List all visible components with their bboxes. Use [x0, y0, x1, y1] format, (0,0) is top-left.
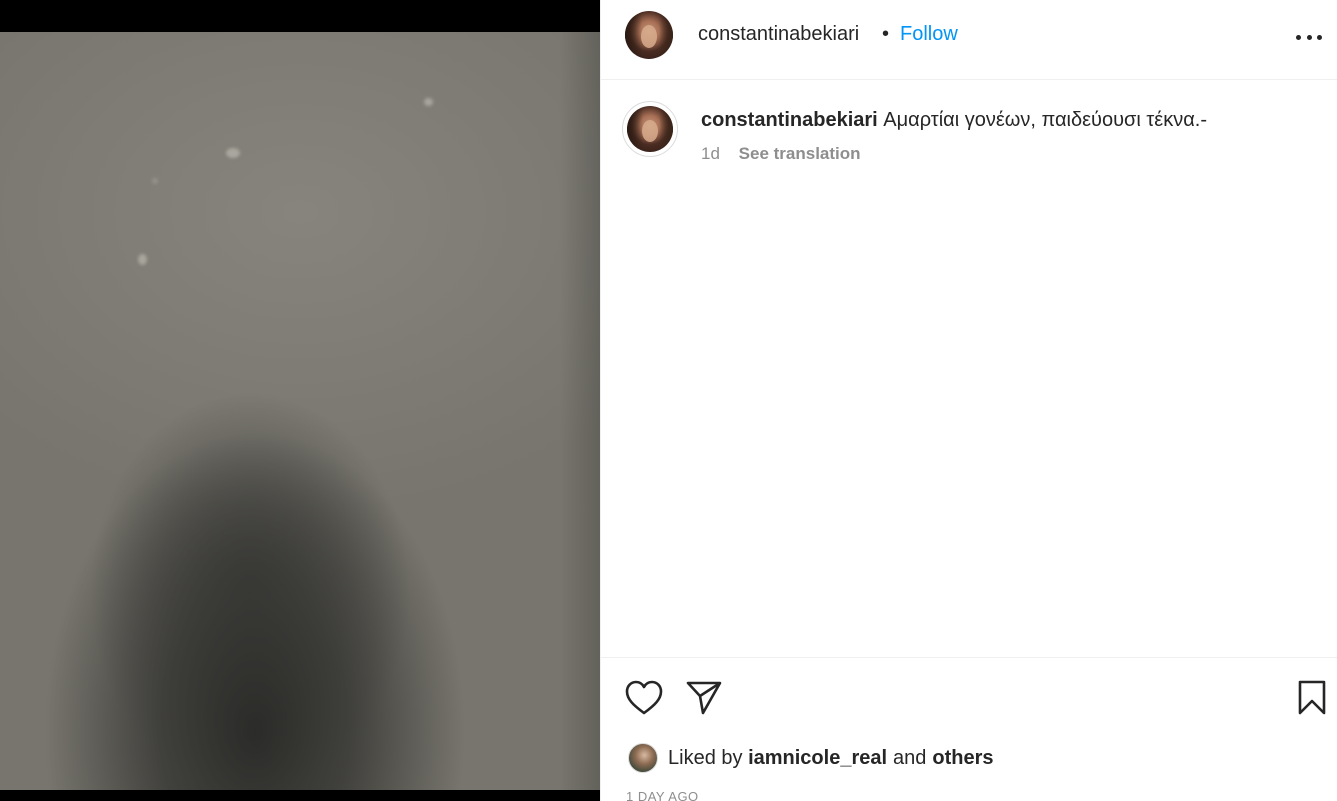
caption-meta: 1d See translation	[701, 144, 861, 164]
caption-section: constantinabekiari Αμαρτίαι γονέων, παιδ…	[601, 80, 1337, 657]
post-viewer: constantinabekiari • Follow constantinab…	[0, 0, 1337, 801]
follow-button[interactable]: Follow	[900, 23, 958, 46]
caption-avatar[interactable]	[627, 106, 673, 152]
photo-speck	[226, 148, 240, 158]
dot-shape	[1306, 34, 1312, 40]
photo-speck	[138, 254, 147, 265]
photo-speck	[424, 98, 433, 106]
caption-age[interactable]: 1d	[701, 144, 720, 163]
liker-avatar[interactable]	[628, 743, 658, 773]
photo-speck	[152, 178, 158, 184]
dot-shape	[1317, 34, 1322, 40]
avatar-face	[640, 25, 658, 49]
media-panel	[0, 0, 600, 801]
heart-icon[interactable]	[625, 680, 663, 716]
photo-vignette	[560, 32, 600, 790]
post-timestamp[interactable]: 1 DAY AGO	[626, 789, 699, 801]
avatar-shade	[658, 11, 673, 59]
avatar-shade	[627, 106, 644, 152]
post-photo[interactable]	[0, 32, 600, 790]
likes-others-link[interactable]: others	[932, 747, 993, 770]
actions-bar: Liked by iamnicole_real and others 1 DAY…	[601, 657, 1337, 801]
post-header: constantinabekiari • Follow	[601, 0, 1337, 80]
dot-shape	[1296, 34, 1301, 40]
caption-username[interactable]: constantinabekiari	[701, 109, 878, 131]
avatar-shade	[659, 106, 673, 152]
more-options-icon[interactable]	[1296, 26, 1322, 48]
author-username[interactable]: constantinabekiari	[698, 23, 859, 46]
caption-text: constantinabekiari Αμαρτίαι γονέων, παιδ…	[701, 108, 1207, 132]
paper-plane-icon[interactable]	[686, 680, 722, 716]
likes-prefix: Liked by	[668, 746, 743, 769]
likes-summary: Liked by iamnicole_real and others	[628, 742, 994, 774]
avatar-shade	[625, 11, 642, 59]
bookmark-icon[interactable]	[1297, 680, 1327, 716]
avatar-face	[642, 119, 658, 142]
likes-conjunction: and	[893, 746, 927, 769]
see-translation-button[interactable]: See translation	[739, 144, 861, 163]
post-sidebar: constantinabekiari • Follow constantinab…	[600, 0, 1337, 801]
author-avatar[interactable]	[625, 11, 673, 59]
header-separator: •	[882, 23, 890, 45]
liker-username[interactable]: iamnicole_real	[748, 747, 887, 770]
caption-body: Αμαρτίαι γονέων, παιδεύουσι τέκνα.-	[883, 109, 1207, 131]
